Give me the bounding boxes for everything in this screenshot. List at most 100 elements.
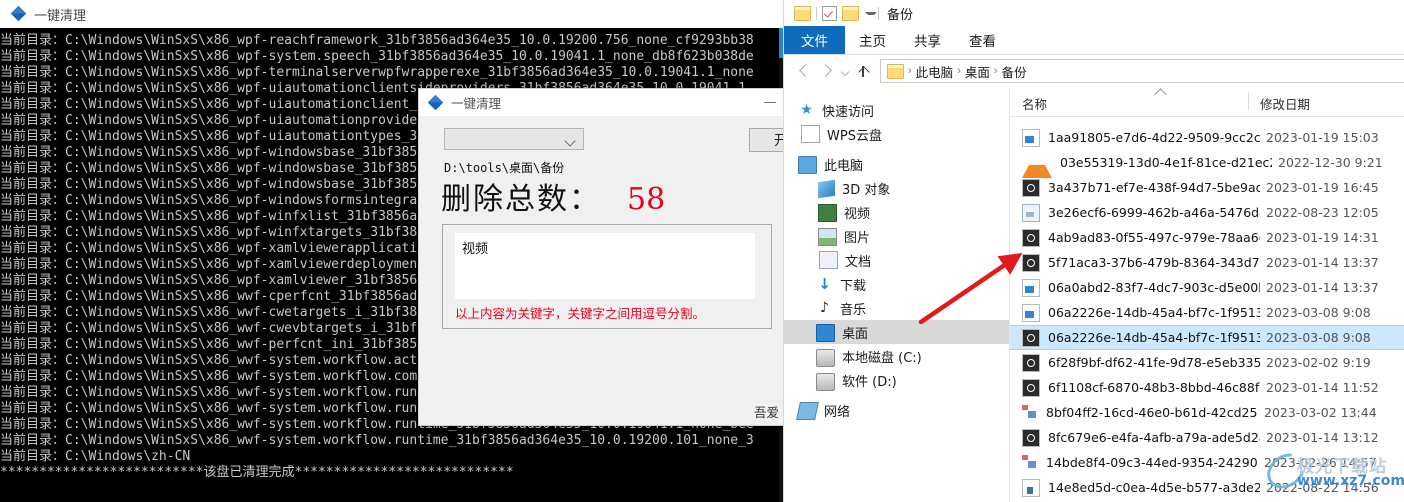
ribbon-tab-2[interactable]: 共享 bbox=[900, 26, 955, 54]
drive-select[interactable] bbox=[444, 128, 584, 150]
file-date: 2023-01-14 13:37 bbox=[1266, 280, 1379, 295]
sidebar-item-8[interactable]: ♪ 音乐 bbox=[784, 296, 1009, 320]
file-name: 4ab9ad83-0f55-497c-979e-78aa6c94... bbox=[1048, 230, 1260, 245]
sidebar-item-9[interactable]: 桌面 bbox=[784, 320, 1009, 344]
sidebar-item-6[interactable]: 文档 bbox=[784, 248, 1009, 272]
file-explorer-window[interactable]: 备份 文件 主页 共享 查看 › 此电脑 › 桌面 › 备份 ★ 快速访问 WPS云盘 此电… bbox=[783, 0, 1404, 502]
file-date: 2023-02-02 9:19 bbox=[1266, 355, 1371, 370]
sidebar-item-11[interactable]: 软件 (D:) bbox=[784, 368, 1009, 392]
navigation-pane[interactable]: ★ 快速访问 WPS云盘此电脑 3D 对象视频图片文档 ↓ 下载 ♪ 音乐 桌面 本地磁盘 (C:… bbox=[784, 88, 1009, 502]
table-row[interactable]: 06a2226e-14db-45a4-bf7c-1f951352... 2023-… bbox=[1010, 300, 1404, 325]
sidebar-item-7[interactable]: ↓ 下载 bbox=[784, 272, 1009, 296]
breadcrumb-item-0[interactable]: 此电脑 bbox=[916, 62, 954, 81]
file-name: 8fc679e6-e4fa-4afb-a79a-ade5d2a13... bbox=[1048, 430, 1260, 445]
table-row[interactable]: 5f71aca3-37b6-479b-8364-343d7e67... 2023-… bbox=[1010, 250, 1404, 275]
table-row[interactable]: 8bf04ff2-16cd-46e0-b61d-42cd251e7... 2023… bbox=[1010, 400, 1404, 425]
file-name: 1aa91805-e7d6-4d22-9509-9cc2c530... bbox=[1048, 130, 1260, 145]
column-headers[interactable]: 名称 修改日期 bbox=[1010, 88, 1404, 117]
folder-icon[interactable] bbox=[794, 5, 811, 21]
breadcrumb-item-2[interactable]: 备份 bbox=[1002, 62, 1027, 81]
chevron-down-icon[interactable] bbox=[838, 60, 852, 82]
sidebar-item-3[interactable]: 3D 对象 bbox=[784, 176, 1009, 200]
sidebar-item-label: 图片 bbox=[844, 230, 871, 246]
keyword-hint: 以上内容为关键字，关键字之间用逗号分割。 bbox=[455, 306, 706, 321]
star-icon: ★ bbox=[800, 102, 813, 118]
table-row[interactable]: 3a437b71-ef7e-438f-94d7-5be9ad78... 2023-… bbox=[1010, 175, 1404, 200]
sidebar-item-4[interactable]: 视频 bbox=[784, 200, 1009, 224]
table-row[interactable]: 6f28f9bf-df62-41fe-9d78-e5eb33590... 2023… bbox=[1010, 350, 1404, 375]
network-file-icon bbox=[1022, 405, 1038, 421]
table-row[interactable]: 06a2226e-14db-45a4-bf7c-1f951352... 2023-… bbox=[1010, 325, 1404, 350]
arrow-up-icon[interactable] bbox=[852, 60, 874, 82]
cleaner-dialog-window[interactable]: 一键清理 开 D:\tools\桌面\备份 删除总数： 58 视频 以上内容为关… bbox=[418, 88, 788, 426]
table-row[interactable]: 8fc679e6-e4fa-4afb-a79a-ade5d2a13... 2023… bbox=[1010, 425, 1404, 450]
column-header-date[interactable]: 修改日期 bbox=[1260, 94, 1310, 113]
minimize-button[interactable] bbox=[763, 95, 777, 109]
console-line: 当前目录：C:\Windows\WinSxS\x86_wpf-reachfram… bbox=[0, 33, 754, 48]
dark-media-icon bbox=[1022, 229, 1040, 247]
explorer-titlebar[interactable]: 备份 bbox=[784, 0, 1404, 26]
file-name: 03e55319-13d0-4e1f-81ce-d21ec280... bbox=[1060, 155, 1272, 170]
network-icon bbox=[796, 402, 819, 420]
sidebar-item-2[interactable]: 此电脑 bbox=[784, 152, 1009, 176]
address-bar[interactable]: › 此电脑 › 桌面 › 备份 bbox=[880, 59, 1404, 83]
caret-up-icon bbox=[1154, 88, 1167, 101]
file-date: 2023-01-14 13:37 bbox=[1266, 255, 1379, 270]
ribbon-tab-0[interactable]: 文件 bbox=[784, 26, 845, 54]
diamond-icon bbox=[429, 96, 443, 110]
file-date: 2023-01-19 14:31 bbox=[1266, 230, 1379, 245]
ribbon-tab-3[interactable]: 查看 bbox=[955, 26, 1010, 54]
console-line: 当前目录：C:\Windows\WinSxS\x86_wpf-terminals… bbox=[0, 65, 754, 80]
file-name: 6f28f9bf-df62-41fe-9d78-e5eb33590... bbox=[1048, 355, 1260, 370]
cleaner-titlebar[interactable]: 一键清理 bbox=[419, 89, 787, 116]
pc-icon bbox=[798, 156, 817, 174]
file-date: 2023-01-14 11:52 bbox=[1266, 380, 1379, 395]
sidebar-item-5[interactable]: 图片 bbox=[784, 224, 1009, 248]
sidebar-item-10[interactable]: 本地磁盘 (C:) bbox=[784, 344, 1009, 368]
sidebar-item-12[interactable]: 网络 bbox=[784, 398, 1009, 422]
diamond-icon bbox=[12, 7, 26, 21]
dark-media-icon bbox=[1022, 379, 1040, 397]
sidebar-item-1[interactable]: WPS云盘 bbox=[784, 122, 1009, 146]
blue-file-icon bbox=[1022, 303, 1040, 322]
keyword-input[interactable]: 视频 bbox=[455, 233, 755, 299]
page-file-icon bbox=[1022, 478, 1040, 497]
ribbon-tab-1[interactable]: 主页 bbox=[845, 26, 900, 54]
ribbon-tabs[interactable]: 文件 主页 共享 查看 bbox=[784, 26, 1404, 55]
sidebar-item-label: 下载 bbox=[840, 278, 867, 294]
sidebar-item-label: 软件 (D:) bbox=[842, 374, 897, 390]
folder-icon bbox=[887, 63, 904, 79]
file-name: 14bde8f4-09c3-44ed-9354-24290a59... bbox=[1046, 455, 1258, 470]
console-titlebar[interactable]: 一键清理 bbox=[0, 0, 783, 28]
sidebar-item-label: 音乐 bbox=[840, 302, 867, 318]
table-row[interactable]: 03e55319-13d0-4e1f-81ce-d21ec280... 2022-… bbox=[1010, 150, 1404, 178]
table-row[interactable]: 3e26ecf6-6999-462b-a46a-5476d466... 2022-… bbox=[1010, 200, 1404, 225]
file-name: 5f71aca3-37b6-479b-8364-343d7e67... bbox=[1048, 255, 1260, 270]
keyword-group: 视频 以上内容为关键字，关键字之间用逗号分割。 bbox=[442, 224, 772, 329]
picture-icon bbox=[818, 228, 837, 246]
breadcrumb-item-1[interactable]: 桌面 bbox=[965, 62, 990, 81]
arrow-left-icon[interactable] bbox=[794, 60, 816, 82]
file-list-pane[interactable]: 名称 修改日期 1aa91805-e7d6-4d22-9509-9cc2c530… bbox=[1009, 88, 1404, 502]
3d-object-icon bbox=[818, 179, 835, 199]
chevron-down-icon[interactable] bbox=[864, 7, 877, 20]
checkbox-icon[interactable] bbox=[822, 5, 837, 21]
blue-file-icon bbox=[1022, 128, 1040, 147]
table-row[interactable]: 4ab9ad83-0f55-497c-979e-78aa6c94... 2023-… bbox=[1010, 225, 1404, 250]
column-header-name[interactable]: 名称 bbox=[1022, 94, 1047, 113]
arrow-right-icon[interactable] bbox=[816, 60, 838, 82]
navigation-bar[interactable]: › 此电脑 › 桌面 › 备份 bbox=[784, 55, 1404, 87]
sidebar-item-0[interactable]: ★ 快速访问 bbox=[784, 98, 1009, 122]
table-row[interactable]: 14e8ed5d-c0ea-4d5e-b577-a3de2e5... 2022-0… bbox=[1010, 475, 1404, 500]
console-line: **************************该盘已清理完成*******… bbox=[0, 465, 514, 480]
console-title: 一键清理 bbox=[34, 8, 87, 24]
cleaner-footer-text: 吾爱 bbox=[753, 405, 779, 420]
table-row[interactable]: 14bde8f4-09c3-44ed-9354-24290a59... 2023-… bbox=[1010, 450, 1404, 475]
folder-icon[interactable] bbox=[842, 5, 859, 21]
table-row[interactable]: 1aa91805-e7d6-4d22-9509-9cc2c530... 2023-… bbox=[1010, 125, 1404, 150]
sidebar-item-label: WPS云盘 bbox=[827, 128, 882, 144]
network-file-icon bbox=[1022, 455, 1038, 471]
table-row[interactable]: 6f1108cf-6870-48b3-8bbd-46c88fe1c... 2023… bbox=[1010, 375, 1404, 400]
sidebar-item-label: 3D 对象 bbox=[842, 182, 891, 198]
table-row[interactable]: 06a0abd2-83f7-4dc7-903c-d5e00b43... 2023-… bbox=[1010, 275, 1404, 300]
